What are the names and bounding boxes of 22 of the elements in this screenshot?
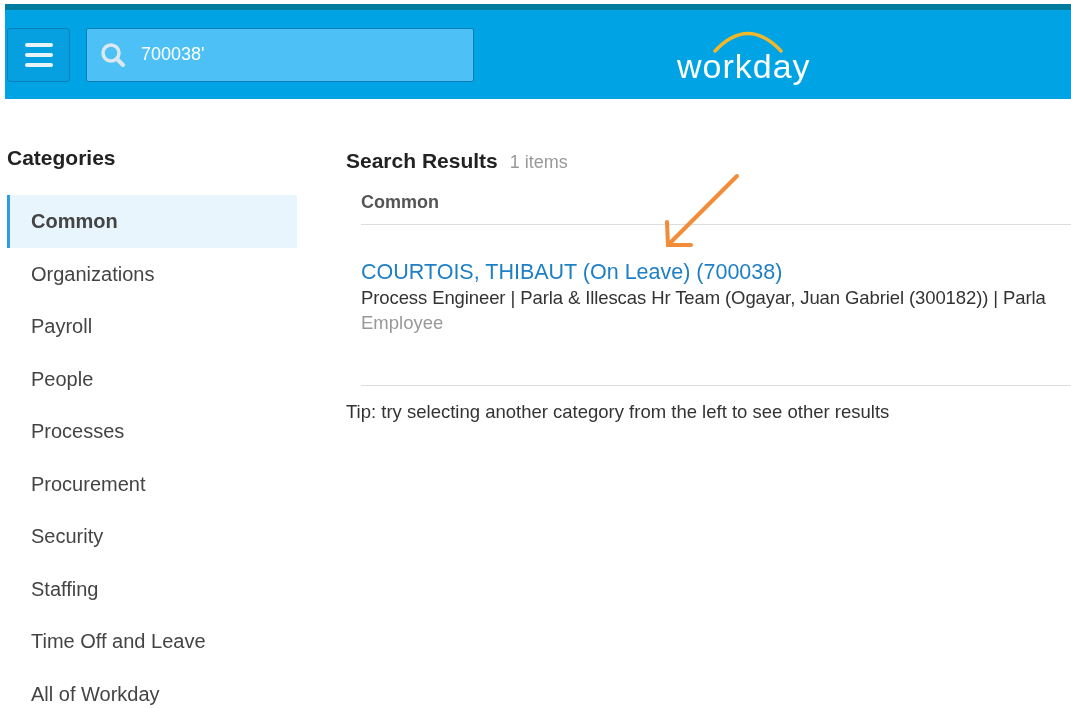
category-item[interactable]: Time Off and Leave (7, 615, 297, 668)
category-item[interactable]: Common (7, 195, 297, 248)
menu-button[interactable] (7, 27, 70, 82)
workday-logo: workday (675, 26, 825, 84)
result-details: Process Engineer | Parla & Illescas Hr Team (Ogayar, Juan Gabriel (300182)) | Parla (361, 286, 1046, 310)
category-item[interactable]: Processes (7, 405, 297, 458)
results-title: Search Results (346, 148, 498, 174)
section-heading: Common (361, 191, 439, 214)
tip-text: Tip: try selecting another category from the left to see other results (346, 400, 890, 424)
category-item[interactable]: Organizations (7, 247, 297, 300)
category-item[interactable]: All of Workday (7, 667, 297, 708)
sidebar-title: Categories (7, 145, 117, 171)
category-item[interactable]: People (7, 352, 297, 405)
result-link[interactable]: COURTOIS, THIBAUT (On Leave) (700038) (361, 259, 783, 285)
category-item[interactable]: Procurement (7, 457, 297, 510)
results-count: 1 items (509, 151, 568, 174)
category-item[interactable]: Security (7, 510, 297, 563)
category-item[interactable]: Staffing (7, 562, 297, 615)
search-icon (100, 41, 126, 68)
category-item[interactable]: Payroll (7, 300, 297, 353)
menu-icon (23, 40, 54, 69)
result-type: Employee (361, 311, 444, 335)
